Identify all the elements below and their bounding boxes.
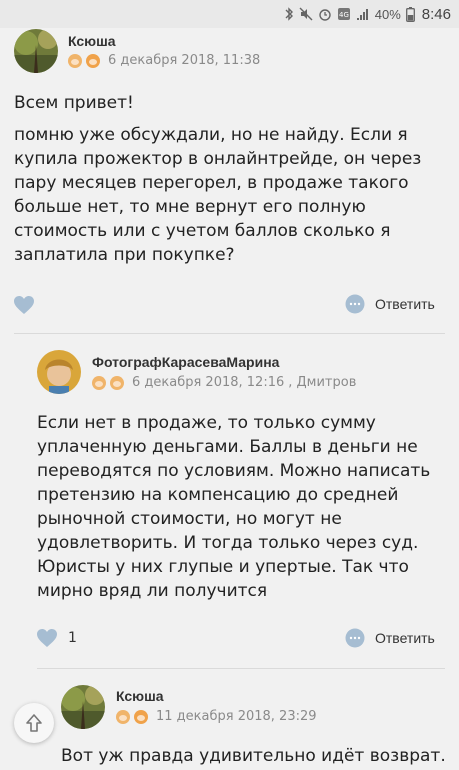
boy-badge-icon [116,709,130,724]
girl-badge-icon [132,709,150,724]
avatar[interactable] [61,685,105,729]
arrow-up-icon [26,714,42,732]
comment-meta: 11 декабря 2018, 23:29 [116,709,317,724]
comment-3: Ксюша 11 декабря 2018, 23:29 Вот уж прав… [0,0,459,770]
comment-date: 11 декабря 2018, 23:29 [156,709,317,724]
scroll-to-top-button[interactable] [14,703,54,743]
comment-text: Вот уж правда удивительно идёт возврат. [61,746,446,766]
author-name[interactable]: Ксюша [116,688,164,704]
